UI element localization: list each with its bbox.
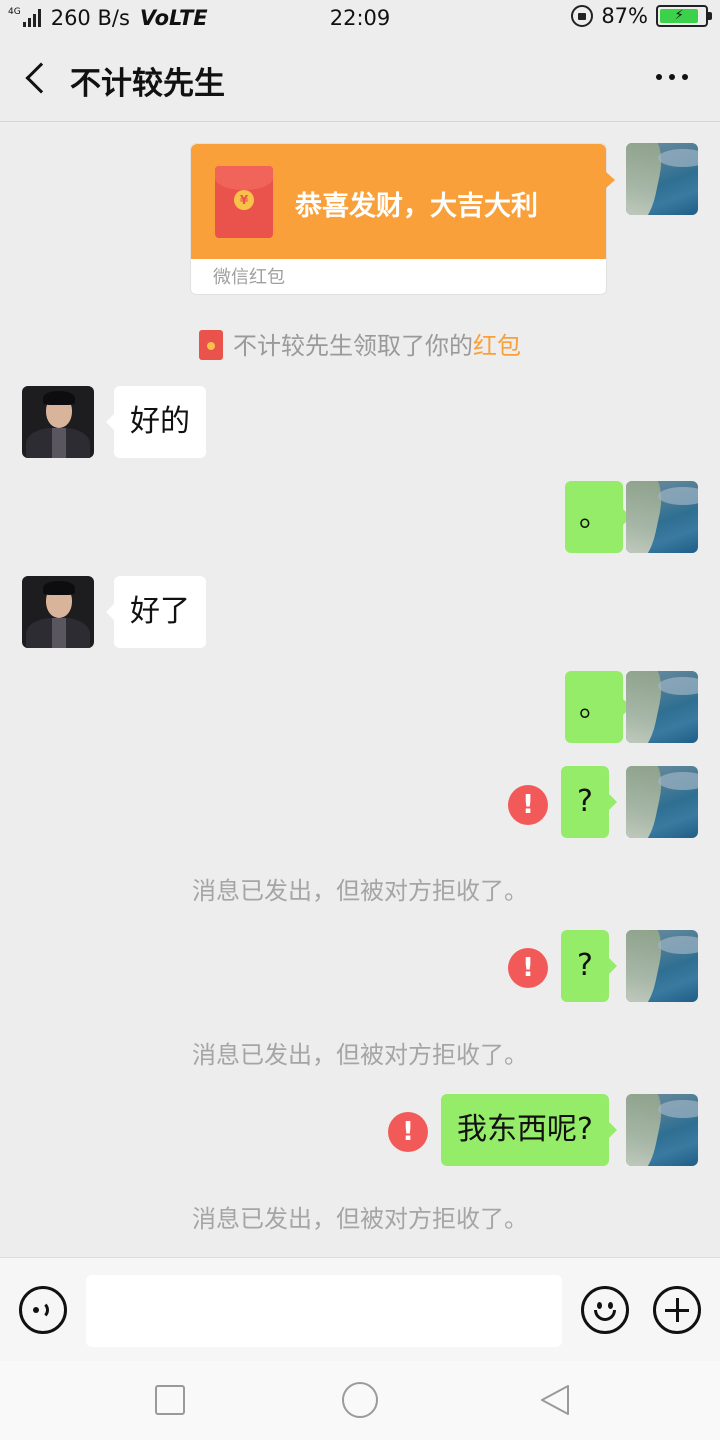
status-right: 87% ⚡ [571, 4, 712, 28]
battery-percent: 87% [601, 4, 648, 28]
send-failed-icon[interactable]: ! [388, 1112, 428, 1152]
recent-apps-icon[interactable] [155, 1385, 185, 1415]
message-bubble-sent[interactable]: ? [561, 930, 617, 1002]
red-packet-top: ¥ 恭喜发财，大吉大利 [191, 144, 615, 259]
red-envelope-icon [199, 330, 223, 360]
rotation-lock-icon [571, 5, 594, 27]
red-packet-footer: 微信红包 [213, 267, 285, 288]
back-icon[interactable] [538, 1383, 572, 1417]
claim-text: 不计较先生领取了你的 [233, 332, 473, 360]
my-avatar[interactable] [626, 481, 698, 553]
contact-avatar[interactable] [22, 386, 94, 458]
message-bubble-received[interactable]: 好了 [106, 576, 206, 648]
battery-icon: ⚡ [656, 5, 712, 27]
more-options-button[interactable] [649, 74, 688, 80]
send-failed-icon[interactable]: ! [508, 948, 548, 988]
message-bubble-received[interactable]: 好的 [106, 386, 206, 458]
rejected-notice: 消息已发出，但被对方拒收了。 [192, 1041, 528, 1069]
input-bar [0, 1257, 720, 1361]
chat-header: 不计较先生 [0, 38, 720, 122]
emoji-icon[interactable] [581, 1286, 629, 1334]
coin-icon: ¥ [234, 190, 254, 210]
my-avatar[interactable] [626, 1094, 698, 1166]
red-envelope-icon: ¥ [215, 166, 273, 238]
chevron-left-icon [25, 62, 57, 94]
chat-title: 不计较先生 [70, 66, 225, 102]
status-bar: 4G 260 B/s VoLTE 22:09 87% ⚡ [0, 0, 720, 38]
red-packet-claimed-note: 不计较先生领取了你的红包 [0, 326, 720, 361]
red-packet-wish: 恭喜发财，大吉大利 [295, 191, 538, 222]
my-avatar[interactable] [626, 671, 698, 743]
back-button[interactable] [18, 60, 57, 100]
message-bubble-sent[interactable]: 。 [565, 671, 631, 743]
contact-avatar[interactable] [22, 576, 94, 648]
send-failed-icon[interactable]: ! [508, 785, 548, 825]
rejected-notice: 消息已发出，但被对方拒收了。 [192, 877, 528, 905]
red-packet-message[interactable]: ¥ 恭喜发财，大吉大利 微信红包 [190, 143, 615, 295]
my-avatar[interactable] [626, 930, 698, 1002]
system-nav-bar [0, 1361, 720, 1440]
message-input[interactable] [86, 1275, 562, 1347]
home-icon[interactable] [342, 1382, 378, 1418]
voice-icon[interactable] [19, 1286, 67, 1334]
plus-icon[interactable] [653, 1286, 701, 1334]
message-bubble-sent[interactable]: ? [561, 766, 617, 838]
message-bubble-sent[interactable]: 我东西呢? [441, 1094, 617, 1166]
message-bubble-sent[interactable]: 。 [565, 481, 631, 553]
rejected-notice: 消息已发出，但被对方拒收了。 [192, 1205, 528, 1233]
my-avatar[interactable] [626, 143, 698, 215]
claim-link[interactable]: 红包 [473, 332, 521, 360]
my-avatar[interactable] [626, 766, 698, 838]
